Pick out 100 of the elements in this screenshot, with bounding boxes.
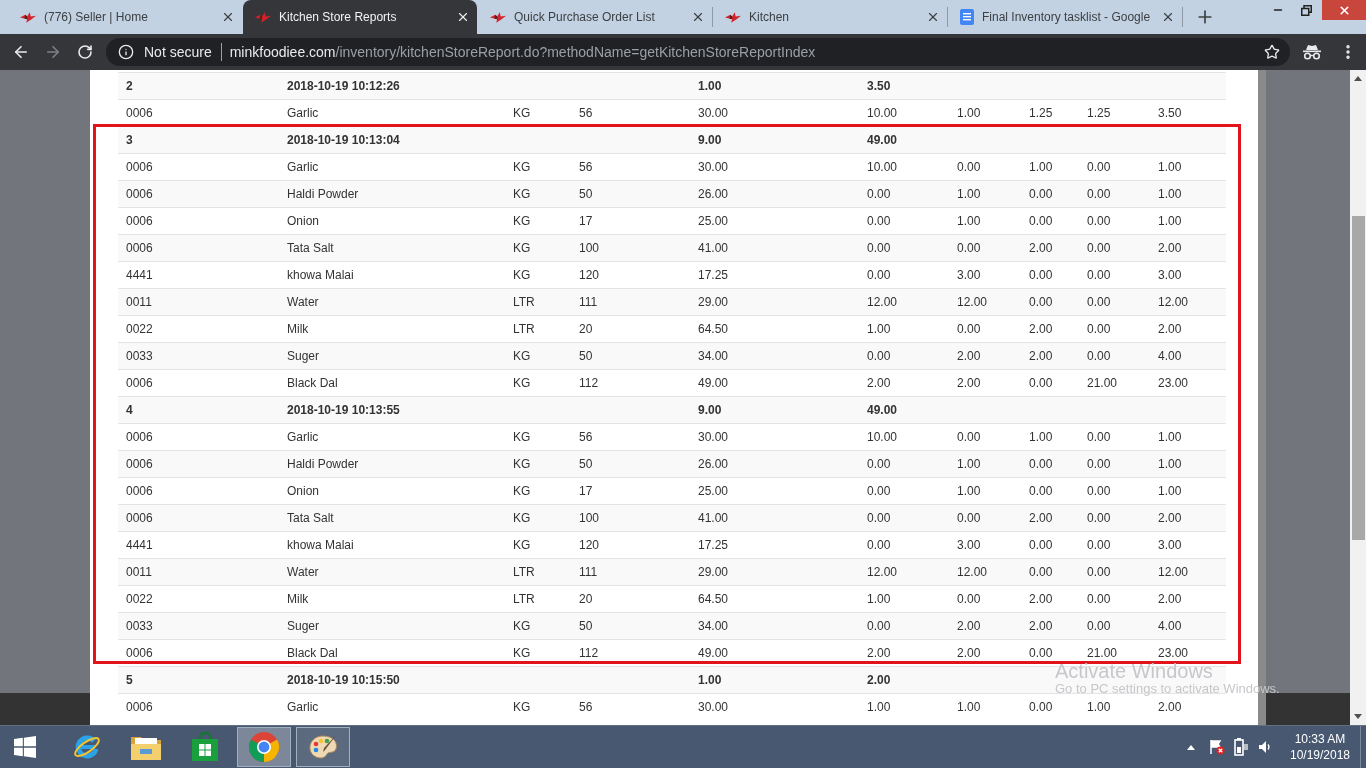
table-cell-text: 4.00 [1157,349,1183,363]
table-cell-text: 0.00 [1086,160,1112,174]
table-cell-text: 29.00 [697,565,730,579]
group-header-cell-text: 2018-10-19 10:13:04 [286,133,401,147]
table-cell-text: 41.00 [697,241,730,255]
table-cell-text: khowa Malai [286,538,355,552]
table-cell-text: KG [512,700,532,714]
table-cell-text: 0011 [125,565,153,579]
table-cell-text: 0022 [125,592,154,606]
table-cell-text: 12.00 [956,565,989,579]
taskbar-app-button[interactable] [296,727,350,767]
browser-tab[interactable]: Final Inventory tasklist - Google [948,0,1182,34]
speaker-icon[interactable] [1258,740,1272,754]
table-cell-text: 1.00 [866,700,892,714]
table-cell-text: 50 [578,187,594,201]
table-cell-text: Suger [286,349,321,363]
group-header-cell-text: 49.00 [866,403,899,417]
table-cell-text: KG [512,484,532,498]
chrome-logo-icon [249,732,279,762]
group-header-cell-text: 1.00 [697,79,723,93]
table-cell-text: 3.00 [1157,538,1183,552]
table-cell-text: 4441 [125,538,154,552]
table-cell-text: 3.50 [1157,106,1183,120]
taskbar-clock[interactable]: 10:33 AM 10/19/2018 [1284,731,1356,763]
security-status[interactable]: Not secure [144,41,212,63]
table-cell-text: 1.25 [1086,106,1112,120]
table-cell-text: 0.00 [1086,187,1112,201]
table-cell-text: 23.00 [1157,376,1190,390]
table-cell-text: 0.00 [1086,322,1112,336]
bookmark-star-icon[interactable] [1264,44,1280,60]
table-cell-text: 0006 [125,241,154,255]
scroll-up-icon[interactable] [1354,76,1362,81]
table-cell-text: 10.00 [866,160,899,174]
table-cell-text: 1.00 [1157,457,1183,471]
info-icon[interactable] [118,44,134,60]
close-icon [221,10,235,24]
close-icon [456,10,470,24]
table-cell-text: 2.00 [1157,322,1183,336]
forward-arrow-icon [44,43,62,61]
table-cell-text: LTR [512,295,536,309]
table-cell-text: 0006 [125,700,154,714]
table-cell-text: 0.00 [1028,457,1054,471]
browser-tab[interactable]: Kitchen Store Reports [243,0,477,34]
scrollbar-thumb[interactable] [1351,216,1365,540]
caret-up-icon[interactable] [1187,744,1195,750]
flag-icon[interactable] [1209,739,1225,755]
table-cell-text: 0.00 [1086,592,1112,606]
table-cell-text: 0006 [125,187,154,201]
table-cell-text: 0.00 [866,349,892,363]
incognito-icon[interactable] [1302,44,1322,60]
table-cell-text: 56 [578,106,594,120]
table-cell-text: KG [512,268,532,282]
url-text[interactable]: minkfoodiee.com/inventory/kitchenStoreReport.do?methodName=getKitchenStoreReportIndex [229,41,816,63]
scroll-down-icon[interactable] [1354,714,1362,719]
table-cell-text: Haldi Powder [286,187,360,201]
table-cell-text: 111 [578,295,599,309]
table-cell-text: 2.00 [1157,700,1183,714]
table-cell-text: 3.00 [956,268,982,282]
table-cell-text: 2.00 [956,376,982,390]
table-cell-text: 23.00 [1157,646,1190,660]
group-header-cell-text: 3 [125,133,134,147]
table-cell-text: 0006 [125,160,154,174]
group-header-cell-text: 49.00 [866,133,899,147]
browser-tab[interactable]: Quick Purchase Order List [478,0,712,34]
table-cell-text: 1.00 [956,106,982,120]
table-cell-text: 50 [578,349,594,363]
table-cell-text: 1.00 [956,700,982,714]
browser-tab[interactable]: (776) Seller | Home [8,0,242,34]
browser-tab[interactable]: Kitchen [713,0,947,34]
table-cell-text: 26.00 [697,187,730,201]
table-cell-text: 0.00 [1086,430,1112,444]
taskbar-app-button[interactable] [237,727,291,767]
table-cell-text: 0006 [125,106,154,120]
table-cell-text: 2.00 [866,646,892,660]
table-cell-text: 0.00 [1028,646,1054,660]
close-icon [691,10,705,24]
table-cell-text: 1.00 [1157,484,1183,498]
table-cell-text: 41.00 [697,511,730,525]
table-cell-text: 2.00 [1028,511,1054,525]
table-cell-text: 0.00 [1086,457,1112,471]
table-cell-text: 2.00 [1028,349,1054,363]
table-cell-text: 12.00 [1157,565,1190,579]
battery-icon[interactable] [1234,738,1248,756]
table-cell-text: 12.00 [956,295,989,309]
address-bar[interactable]: Not secure minkfoodiee.com/inventory/kitchenStoreReport.do?methodName=getKitchenStoreReportIndex [106,38,1290,66]
scrollbar[interactable] [1350,70,1366,725]
table-cell-text: 0.00 [1028,565,1054,579]
table-cell-text: 64.50 [697,322,730,336]
table-cell-text: 20 [578,322,594,336]
table-cell-text: Water [286,295,320,309]
table-cell-text: 0.00 [866,457,892,471]
table-cell-text: 56 [578,430,594,444]
table-cell-text: 0006 [125,484,154,498]
table-cell-text: 120 [578,538,601,552]
table-cell-text: KG [512,376,532,390]
table-cell-text: 0.00 [1086,241,1112,255]
reload-icon [77,44,93,60]
table-cell-text: 0.00 [1028,376,1054,390]
group-header-cell-text: 2018-10-19 10:15:50 [286,673,401,687]
table-cell-text: 2.00 [956,619,982,633]
